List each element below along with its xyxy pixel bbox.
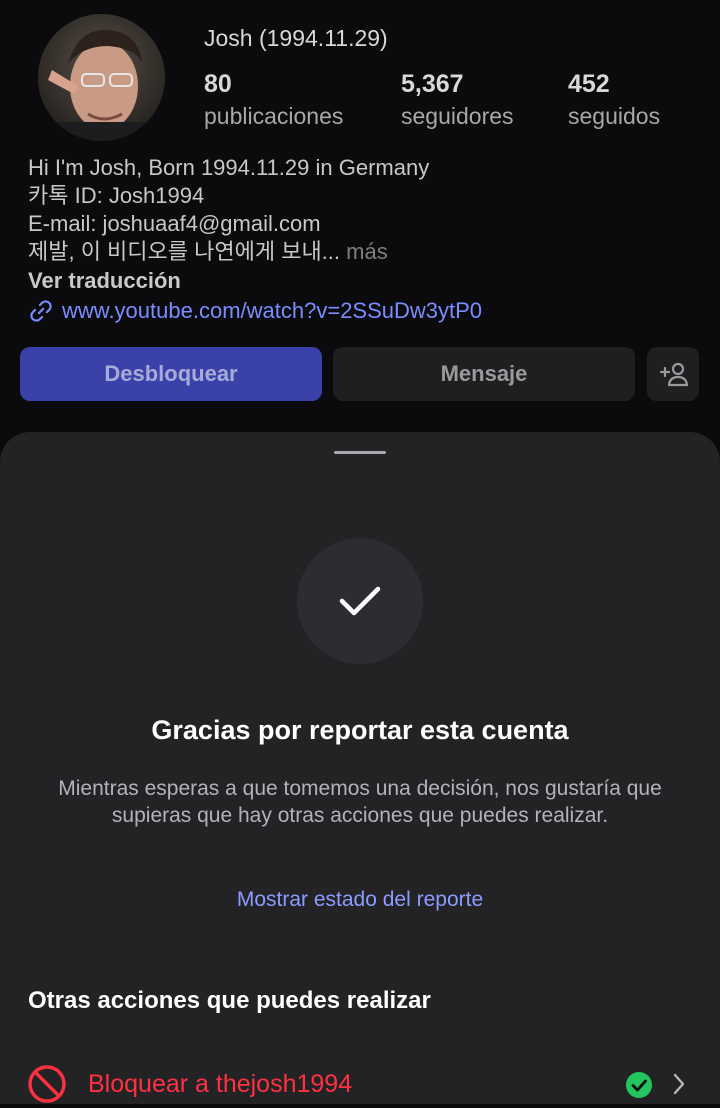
profile-link[interactable]: www.youtube.com/watch?v=2SSuDw3ytP0 [28, 298, 482, 324]
stat-posts-label: publicaciones [204, 103, 344, 129]
stat-following-value: 452 [568, 70, 610, 98]
bio-line-text: 제발, 이 비디오를 나연에게 보내... [28, 239, 341, 264]
stat-posts-value: 80 [204, 70, 232, 98]
block-user-action[interactable]: Bloquear a thejosh1994 [0, 1062, 720, 1108]
link-icon [30, 300, 52, 322]
check-done-icon [626, 1072, 652, 1098]
stat-followers[interactable]: 5,367 seguidores [401, 68, 514, 132]
stat-followers-value: 5,367 [401, 70, 464, 98]
checkmark-icon [339, 586, 381, 616]
bio: Hi I'm Josh, Born 1994.11.29 in Germany … [28, 154, 708, 266]
other-actions-heading: Otras acciones que puedes realizar [28, 987, 431, 1014]
bio-line-truncated: 제발, 이 비디오를 나연에게 보내... más [28, 238, 708, 266]
message-button[interactable]: Mensaje [333, 347, 635, 401]
bio-line: E-mail: joshuaaf4@gmail.com [28, 211, 321, 236]
block-icon [28, 1065, 66, 1103]
profile-link-text: www.youtube.com/watch?v=2SSuDw3ytP0 [62, 298, 483, 323]
block-user-label: Bloquear a thejosh1994 [88, 1070, 353, 1098]
avatar[interactable] [38, 14, 165, 141]
stat-following-label: seguidos [568, 103, 661, 129]
profile-name: Josh (1994.11.29) [204, 25, 388, 51]
add-person-button[interactable] [647, 347, 699, 401]
stat-posts[interactable]: 80 publicaciones [204, 68, 343, 132]
bio-line: Hi I'm Josh, Born 1994.11.29 in Germany [28, 155, 430, 180]
stat-followers-label: seguidores [401, 103, 514, 129]
show-report-status-link[interactable]: Mostrar estado del reporte [0, 888, 720, 912]
chevron-right-icon [673, 1073, 685, 1095]
report-confirmation-sheet: Gracias por reportar esta cuenta Mientra… [0, 432, 720, 1104]
see-translation-link[interactable]: Ver traducción [28, 268, 181, 294]
unblock-button[interactable]: Desbloquear [20, 347, 322, 401]
bio-more-link[interactable]: más [346, 239, 388, 264]
add-person-icon [659, 362, 688, 387]
sheet-title: Gracias por reportar esta cuenta [151, 715, 569, 745]
sheet-drag-handle[interactable] [334, 451, 386, 454]
bio-line: 카톡 ID: Josh1994 [28, 183, 205, 208]
profile-header: Josh (1994.11.29) 80 publicaciones 5,367… [0, 0, 720, 440]
sheet-description: Mientras esperas a que tomemos una decis… [58, 777, 662, 827]
stat-following[interactable]: 452 seguidos [568, 68, 660, 132]
success-badge [297, 538, 423, 664]
